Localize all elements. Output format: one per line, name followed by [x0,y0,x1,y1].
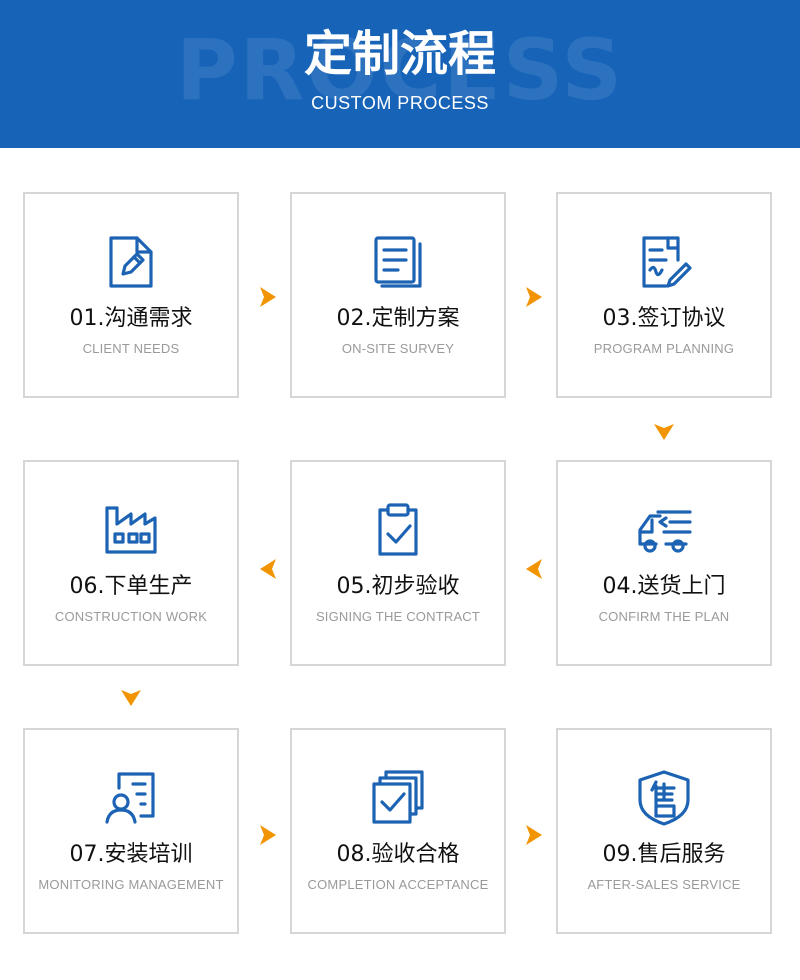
step-subtitle: MONITORING MANAGEMENT [38,877,224,892]
page-title: 定制流程 [303,26,496,82]
arrow-right-icon [256,285,280,309]
step-card-06: 06.下单生产 CONSTRUCTION WORK [23,460,239,666]
step-card-08: 08.验收合格 COMPLETION ACCEPTANCE [290,728,506,934]
step-title: 06.下单生产 [69,574,193,599]
document-list-icon [370,234,426,290]
step-subtitle: ON-SITE SURVEY [341,341,455,356]
step-title: 09.售后服务 [602,842,726,867]
arrow-down-icon [119,686,143,710]
step-subtitle: COMPLETION ACCEPTANCE [307,877,489,892]
step-card-02: 02.定制方案 ON-SITE SURVEY [290,192,506,398]
contract-sign-icon [636,234,692,290]
after-sales-shield-icon [636,770,692,826]
step-title: 04.送货上门 [602,574,726,599]
step-title: 05.初步验收 [336,574,460,599]
step-card-09: 09.售后服务 AFTER-SALES SERVICE [556,728,772,934]
arrow-down-icon [652,420,676,444]
clipboard-check-icon [370,502,426,558]
arrow-left-icon [522,557,546,581]
step-subtitle: CONSTRUCTION WORK [54,609,208,624]
step-title: 01.沟通需求 [69,306,193,331]
header-banner: PROCESS 定制流程 CUSTOM PROCESS [0,0,800,148]
arrow-right-icon [522,823,546,847]
step-title: 02.定制方案 [336,306,460,331]
page-subtitle: CUSTOM PROCESS [311,93,489,113]
document-edit-icon [103,234,159,290]
arrow-right-icon [256,823,280,847]
step-title: 08.验收合格 [336,842,460,867]
check-documents-icon [370,770,426,826]
factory-icon [103,502,159,558]
step-card-07: 07.安装培训 MONITORING MANAGEMENT [23,728,239,934]
step-title: 03.签订协议 [602,306,726,331]
step-subtitle: AFTER-SALES SERVICE [587,877,741,892]
step-card-04: 04.送货上门 CONFIRM THE PLAN [556,460,772,666]
step-subtitle: PROGRAM PLANNING [593,341,735,356]
arrow-right-icon [522,285,546,309]
step-subtitle: CLIENT NEEDS [82,341,180,356]
delivery-truck-icon [636,502,692,558]
step-card-05: 05.初步验收 SIGNING THE CONTRACT [290,460,506,666]
step-card-03: 03.签订协议 PROGRAM PLANNING [556,192,772,398]
step-subtitle: CONFIRM THE PLAN [598,609,730,624]
step-title: 07.安装培训 [69,842,193,867]
arrow-left-icon [256,557,280,581]
step-card-01: 01.沟通需求 CLIENT NEEDS [23,192,239,398]
step-subtitle: SIGNING THE CONTRACT [315,609,481,624]
user-training-icon [103,770,159,826]
